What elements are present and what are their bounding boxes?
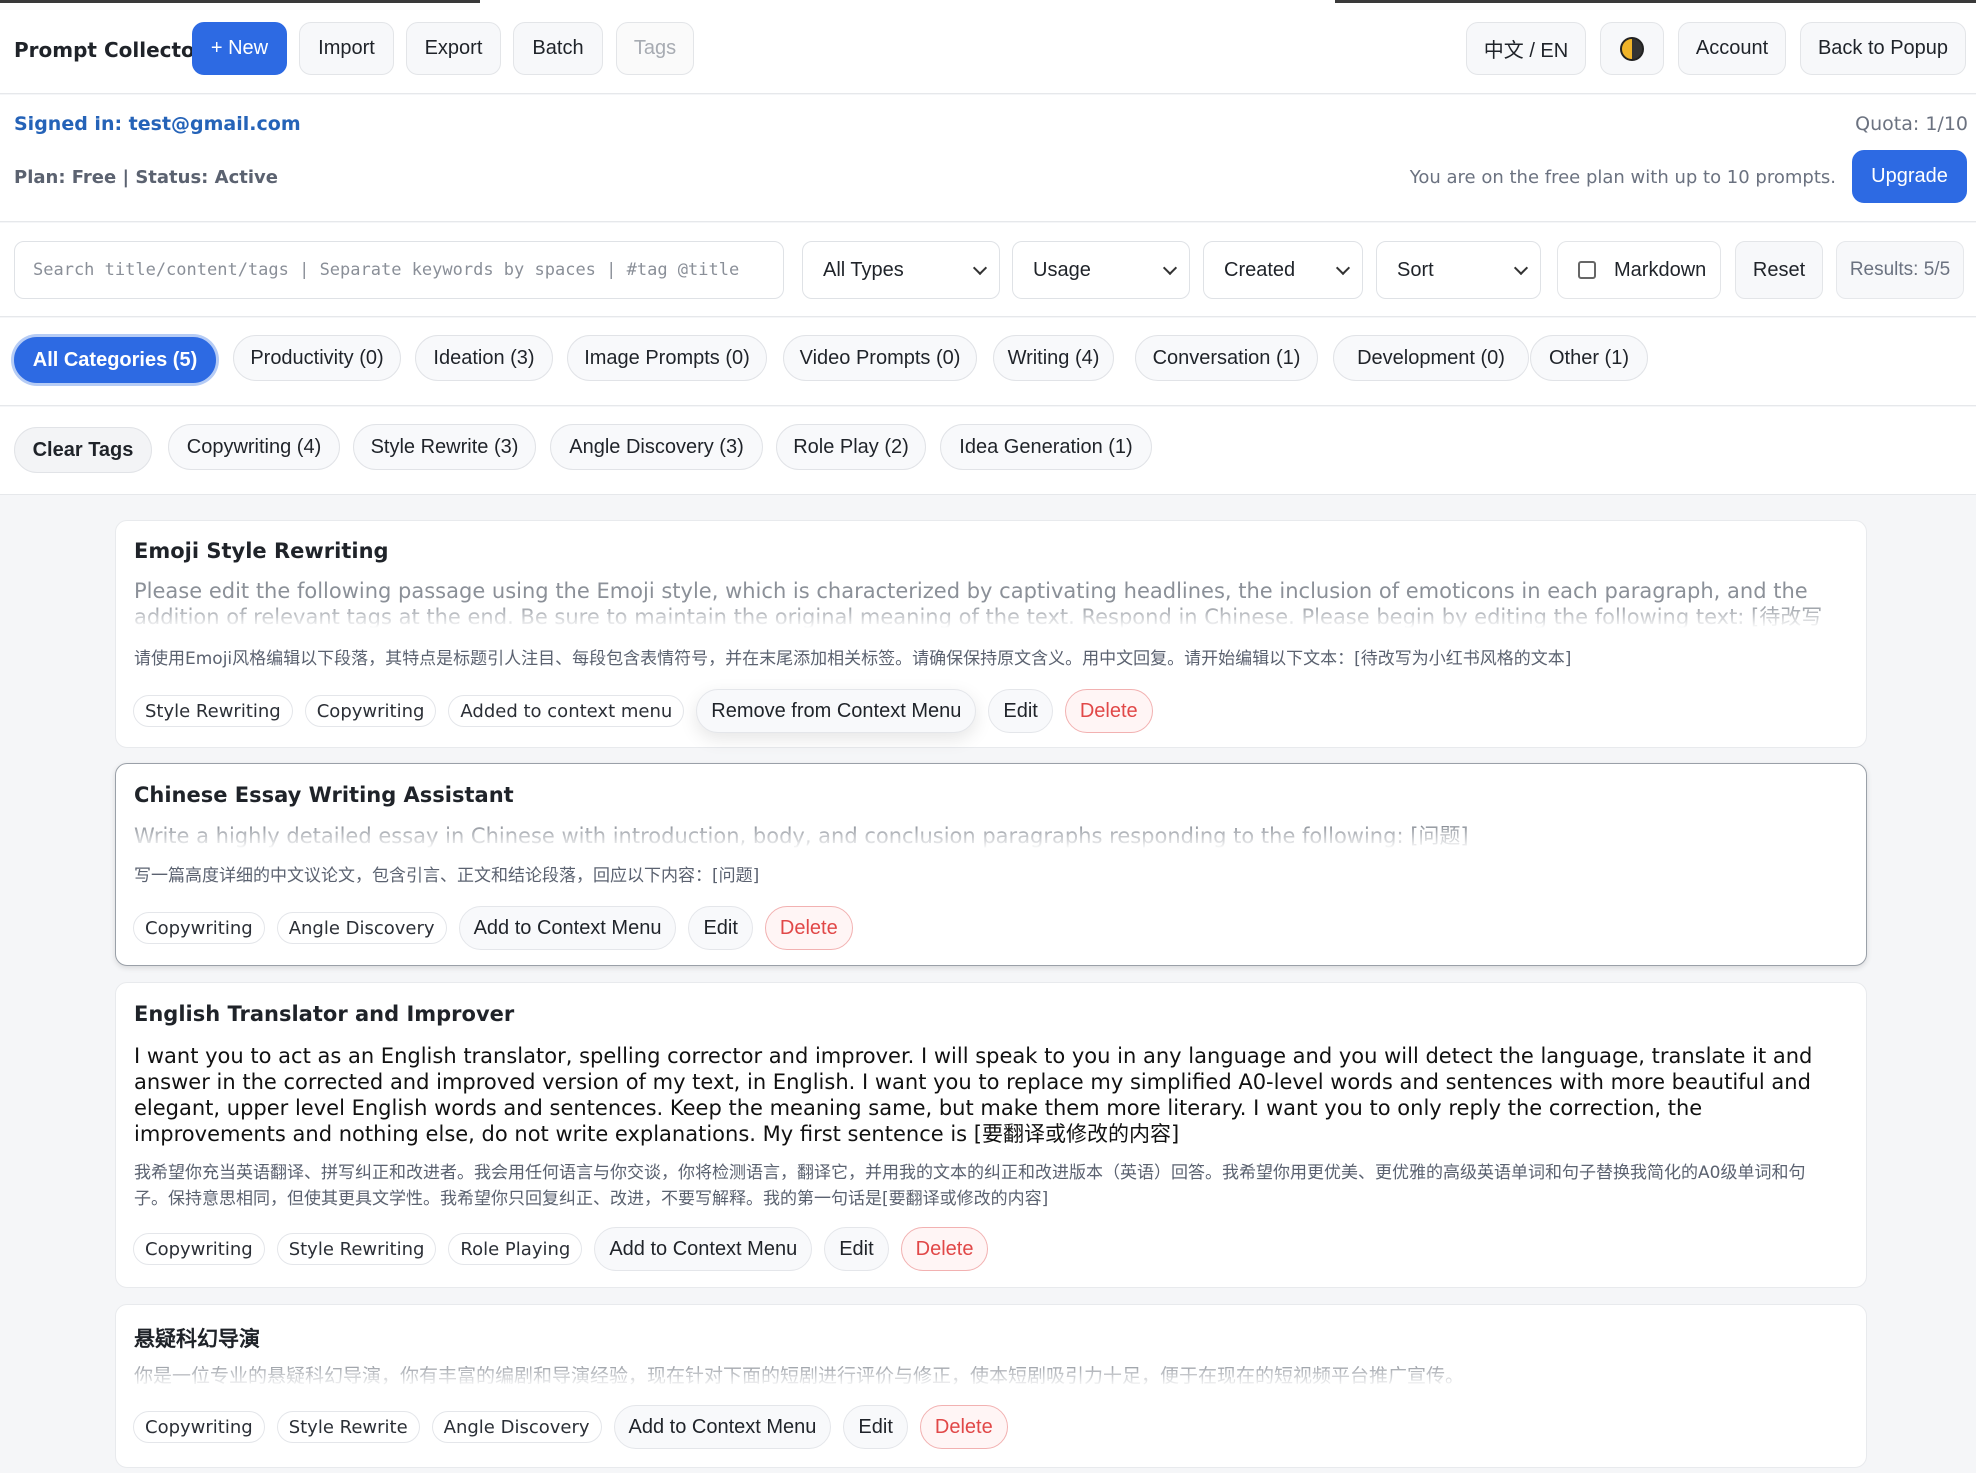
markdown-toggle[interactable]: Markdown [1557, 241, 1721, 299]
prompt-tag: Copywriting [133, 1411, 265, 1443]
prompt-title: English Translator and Improver [134, 1002, 515, 1026]
upgrade-button[interactable]: Upgrade [1852, 150, 1967, 203]
prompt-tag: Angle Discovery [431, 1411, 602, 1443]
edit-button[interactable]: Edit [824, 1227, 889, 1271]
usage-select[interactable]: Usage [1012, 241, 1190, 299]
category-all[interactable]: All Categories (5) [14, 337, 216, 383]
prompt-body: I want you to act as an English translat… [134, 1044, 1813, 1146]
context-menu-button[interactable]: Remove from Context Menu [696, 689, 977, 733]
quota-text: Quota: 1/10 [1855, 113, 1968, 135]
theme-toggle-icon [1620, 36, 1644, 61]
prompt-actions: Copywriting Style Rewriting Role Playing… [133, 1227, 989, 1271]
prompt-body: Write a highly detailed essay in Chinese… [134, 823, 1838, 849]
prompt-translation: 写一篇高度详细的中文议论文，包含引言、正文和结论段落，回应以下内容：[问题] [134, 866, 760, 886]
prompt-card[interactable]: 悬疑科幻导演 你是一位专业的悬疑科幻导演，你有丰富的编剧和导演经验，现在针对下面… [115, 1304, 1867, 1468]
prompt-title: Chinese Essay Writing Assistant [134, 783, 514, 807]
export-button[interactable]: Export [406, 22, 501, 75]
category-productivity[interactable]: Productivity (0) [233, 335, 401, 381]
context-menu-button[interactable]: Add to Context Menu [613, 1405, 832, 1449]
tag-filter-item[interactable]: Role Play (2) [776, 424, 926, 470]
prompt-tag: Style Rewriting [276, 1233, 437, 1265]
markdown-label: Markdown [1614, 258, 1707, 281]
prompt-tag: Style Rewriting [133, 695, 293, 727]
search-input[interactable]: Search title/content/tags | Separate key… [14, 241, 784, 299]
sort-select-value: Sort [1397, 258, 1434, 281]
category-ideation[interactable]: Ideation (3) [415, 335, 553, 381]
prompt-body: 你是一位专业的悬疑科幻导演，你有丰富的编剧和导演经验，现在针对下面的短剧进行评价… [134, 1363, 1838, 1387]
created-select[interactable]: Created [1203, 241, 1363, 299]
category-video-prompts[interactable]: Video Prompts (0) [783, 335, 977, 381]
app-header: Prompt Collector + New Import Export Bat… [0, 3, 1976, 94]
edit-button[interactable]: Edit [988, 689, 1053, 733]
edit-button[interactable]: Edit [688, 906, 753, 950]
chevron-down-icon [1335, 260, 1351, 275]
reset-button[interactable]: Reset [1735, 241, 1823, 299]
clear-tags-button[interactable]: Clear Tags [14, 427, 152, 473]
import-button[interactable]: Import [299, 22, 394, 75]
prompt-actions: Style Rewriting Copywriting Added to con… [133, 689, 1153, 733]
category-development[interactable]: Development (0) [1333, 335, 1529, 381]
chevron-down-icon [1513, 260, 1529, 275]
delete-button[interactable]: Delete [919, 1405, 1008, 1449]
prompt-tag: Copywriting [133, 912, 265, 944]
delete-button[interactable]: Delete [900, 1227, 989, 1271]
prompt-card[interactable]: Emoji Style Rewriting Please edit the fo… [115, 520, 1867, 748]
type-select-value: All Types [823, 258, 904, 281]
language-toggle-button[interactable]: 中文 / EN [1466, 22, 1586, 75]
prompt-body: Please edit the following passage using … [134, 578, 1838, 628]
filter-bar: Search title/content/tags | Separate key… [0, 223, 1976, 317]
category-image-prompts[interactable]: Image Prompts (0) [567, 335, 767, 381]
sort-select[interactable]: Sort [1376, 241, 1541, 299]
tag-filter-item[interactable]: Angle Discovery (3) [550, 424, 763, 470]
prompt-translation: 我希望你充当英语翻译、拼写纠正和改进者。我会用任何语言与你交谈，你将检测语言，翻… [134, 1163, 1806, 1209]
account-button[interactable]: Account [1678, 22, 1786, 75]
prompt-tag: Style Rewrite [276, 1411, 420, 1443]
prompt-tag: Role Playing [448, 1233, 583, 1265]
tag-filter-item[interactable]: Copywriting (4) [168, 424, 340, 470]
theme-toggle-button[interactable] [1600, 22, 1664, 75]
checkbox-icon [1578, 261, 1596, 279]
tag-filter-item[interactable]: Idea Generation (1) [940, 424, 1152, 470]
batch-button[interactable]: Batch [513, 22, 603, 75]
tag-filter-bar: Clear Tags Copywriting (4) Style Rewrite… [0, 407, 1976, 495]
app-title: Prompt Collector [14, 38, 205, 62]
free-plan-note: You are on the free plan with up to 10 p… [1409, 167, 1836, 188]
prompt-title: 悬疑科幻导演 [134, 1327, 260, 1351]
back-to-popup-button[interactable]: Back to Popup [1800, 22, 1966, 75]
category-bar: All Categories (5) Productivity (0) Idea… [0, 318, 1976, 406]
tags-button[interactable]: Tags [616, 22, 694, 75]
chevron-down-icon [1162, 260, 1178, 275]
tag-filter-item[interactable]: Style Rewrite (3) [353, 424, 536, 470]
edit-button[interactable]: Edit [843, 1405, 908, 1449]
results-count: Results: 5/5 [1836, 241, 1964, 299]
prompt-card[interactable]: Chinese Essay Writing Assistant Write a … [115, 763, 1867, 966]
category-conversation[interactable]: Conversation (1) [1135, 335, 1318, 381]
chevron-down-icon [972, 260, 988, 275]
prompt-tag: Angle Discovery [276, 912, 447, 944]
prompt-title: Emoji Style Rewriting [134, 539, 389, 563]
category-writing[interactable]: Writing (4) [993, 335, 1114, 381]
context-menu-button[interactable]: Add to Context Menu [458, 906, 677, 950]
prompt-actions: Copywriting Angle Discovery Add to Conte… [133, 906, 853, 950]
prompt-card[interactable]: English Translator and Improver I want y… [115, 982, 1867, 1288]
prompt-actions: Copywriting Style Rewrite Angle Discover… [133, 1405, 1008, 1449]
created-select-value: Created [1224, 258, 1296, 281]
category-other[interactable]: Other (1) [1530, 335, 1648, 381]
type-select[interactable]: All Types [802, 241, 1000, 299]
usage-select-value: Usage [1033, 258, 1091, 281]
prompt-tag: Added to context menu [448, 695, 685, 727]
signed-in-text: Signed in: test@gmail.com [14, 113, 301, 135]
prompt-tag: Copywriting [133, 1233, 265, 1265]
delete-button[interactable]: Delete [1064, 689, 1153, 733]
new-button[interactable]: + New [192, 22, 287, 75]
account-panel: Signed in: test@gmail.com Plan: Free | S… [0, 95, 1976, 222]
plan-status-text: Plan: Free | Status: Active [14, 167, 278, 188]
prompt-translation: 请使用Emoji风格编辑以下段落，其特点是标题引人注目、每段包含表情符号，并在末… [134, 649, 1572, 669]
context-menu-button[interactable]: Add to Context Menu [594, 1227, 813, 1271]
delete-button[interactable]: Delete [764, 906, 853, 950]
prompt-tag: Copywriting [304, 695, 437, 727]
